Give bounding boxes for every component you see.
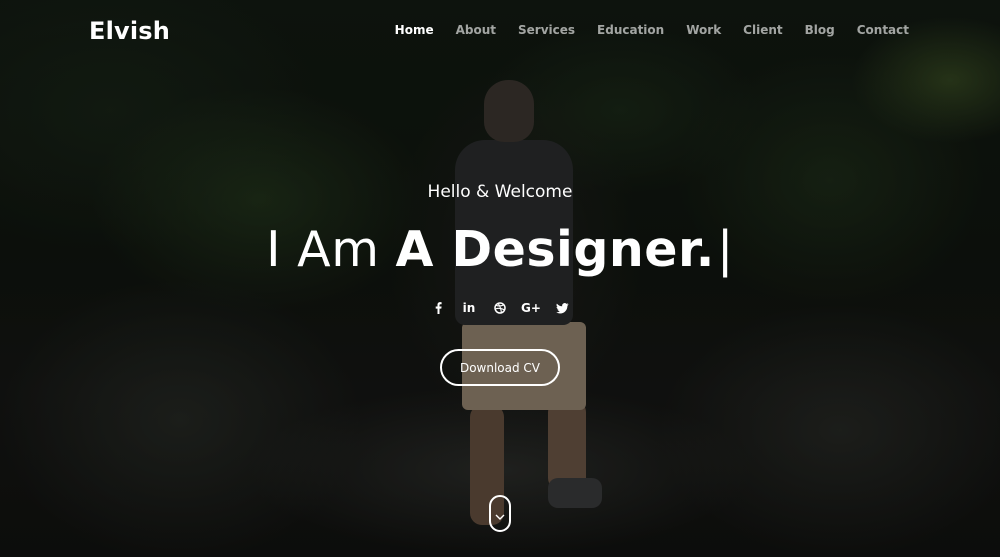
linkedin-icon[interactable]: in [461, 298, 477, 318]
hero-greeting: Hello & Welcome [427, 182, 573, 202]
hero-content: Hello & Welcome I Am A Designer.| in G+ … [0, 0, 1000, 557]
headline-prefix: I Am [266, 221, 380, 278]
dribbble-icon[interactable] [492, 298, 508, 318]
headline-role: A Designer. [395, 221, 715, 278]
scroll-down-button[interactable] [489, 495, 511, 532]
google-plus-icon[interactable]: G+ [521, 298, 541, 318]
facebook-icon[interactable] [430, 298, 446, 318]
twitter-icon[interactable] [554, 298, 570, 318]
typing-caret: | [716, 221, 734, 278]
social-links: in G+ [0, 298, 1000, 318]
download-cv-button[interactable]: Download CV [440, 349, 560, 386]
hero-headline: I Am A Designer.| [0, 220, 1000, 280]
chevron-down-icon [495, 505, 505, 524]
